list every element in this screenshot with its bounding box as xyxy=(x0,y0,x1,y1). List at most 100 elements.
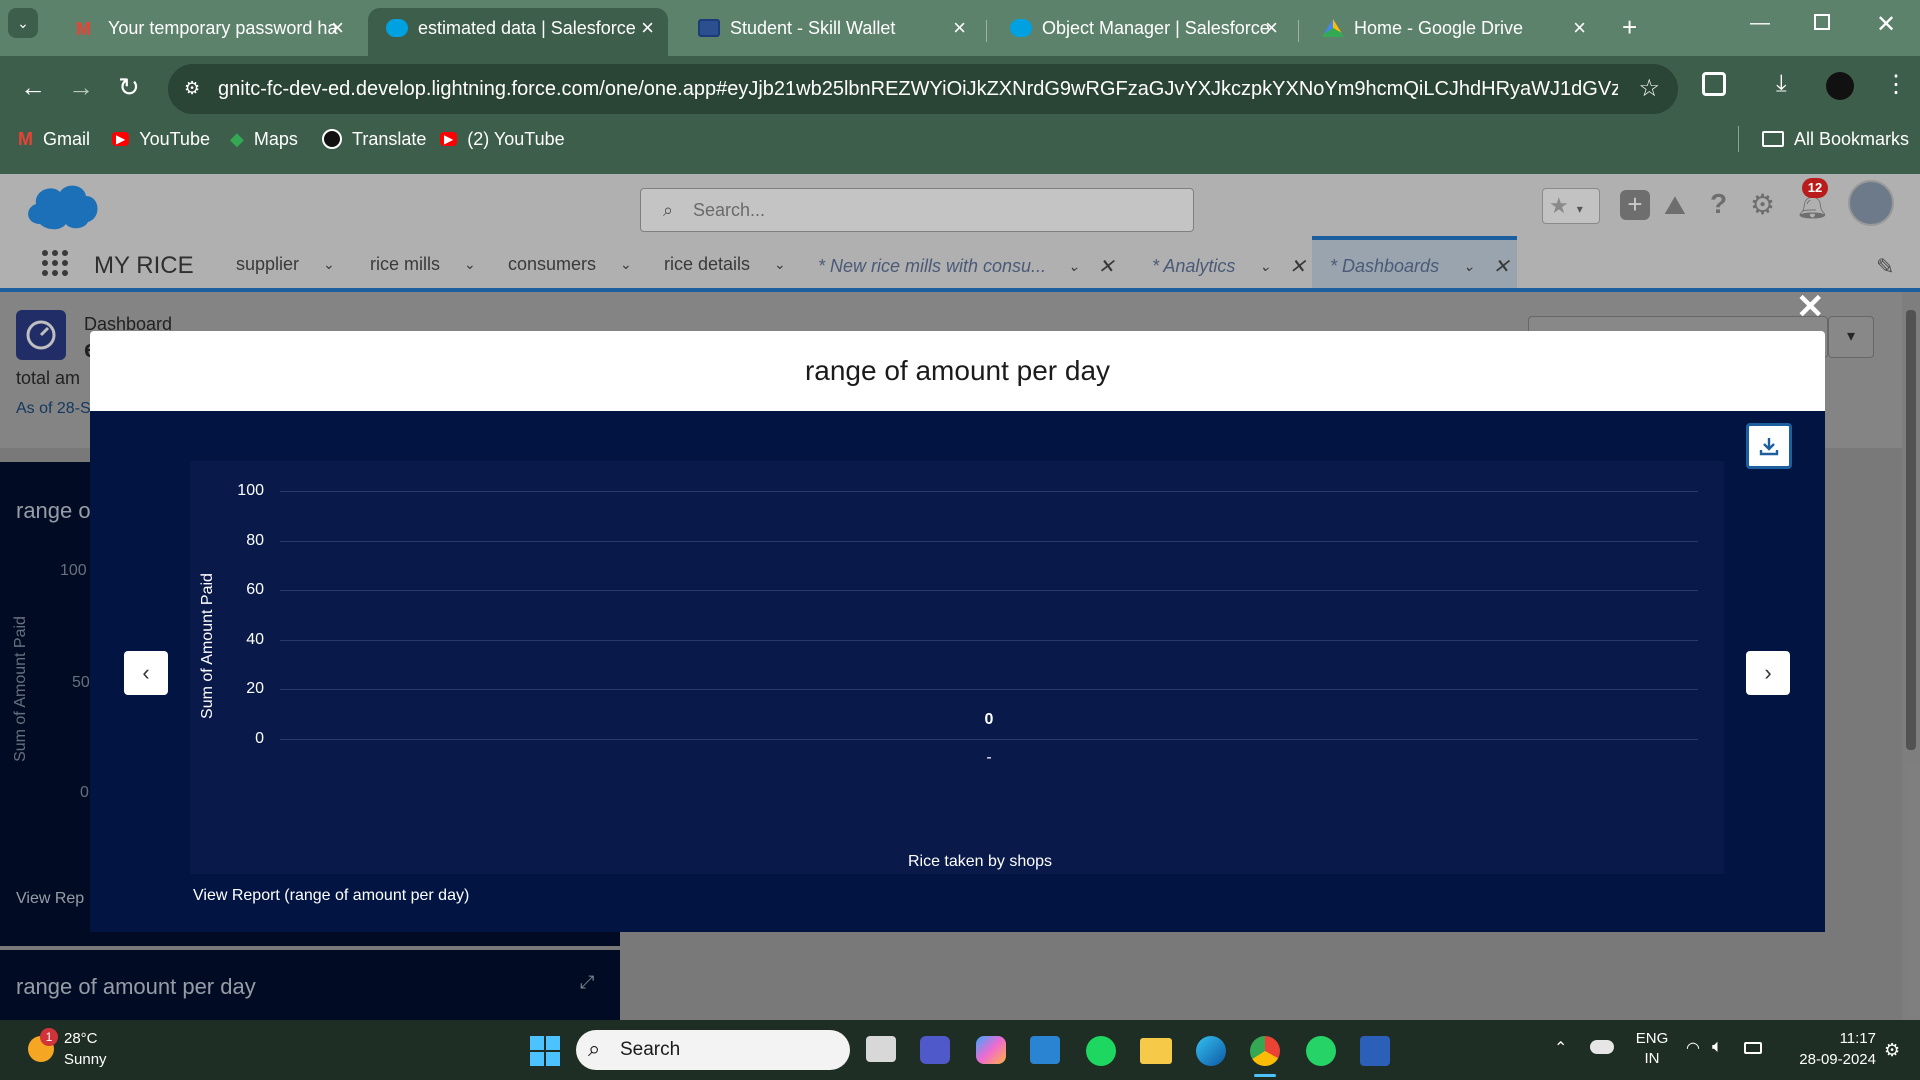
previous-chart-button[interactable]: ‹ xyxy=(124,651,168,695)
bookmark-youtube[interactable]: ▶ YouTube xyxy=(112,126,210,152)
close-tab-icon[interactable]: ✕ xyxy=(1493,254,1510,279)
browser-tab[interactable]: Home - Google Drive × xyxy=(1304,8,1600,48)
site-info-icon[interactable]: ⚙ xyxy=(184,78,200,99)
modal-title: range of amount per day xyxy=(804,355,1111,386)
close-tab-icon[interactable]: × xyxy=(641,17,654,39)
close-tab-icon[interactable]: ✕ xyxy=(1098,254,1115,279)
setup-gear-icon[interactable]: ⚙ xyxy=(1750,188,1775,221)
active-app-indicator xyxy=(1254,1074,1276,1077)
user-avatar[interactable] xyxy=(1848,180,1894,226)
word-icon[interactable] xyxy=(1360,1036,1390,1066)
wifi-icon[interactable]: ◠ xyxy=(1686,1038,1700,1058)
volume-icon[interactable]: 🔈︎ xyxy=(1712,1036,1723,1057)
nav-item-label: rice details xyxy=(664,254,751,274)
clock-time[interactable]: 11:17 xyxy=(1810,1030,1876,1047)
nav-item[interactable]: rice details ⌄ xyxy=(664,254,786,275)
weather-temp[interactable]: 28°C xyxy=(64,1030,98,1047)
chart-y-tick-label: 20 xyxy=(246,680,264,698)
bookmark-translate[interactable]: Translate xyxy=(322,126,426,152)
back-icon[interactable]: ← xyxy=(20,74,46,100)
browser-tab[interactable]: estimated data | Salesforce × xyxy=(368,8,668,56)
notification-center-icon[interactable]: ⚙ xyxy=(1884,1040,1900,1061)
forward-icon[interactable]: → xyxy=(68,74,94,100)
chevron-down-icon[interactable]: ⌄ xyxy=(464,256,476,273)
nav-item[interactable]: * New rice mills with consu... ⌄ ✕ xyxy=(818,254,1115,279)
browser-menu-icon[interactable]: ⋮ xyxy=(1884,70,1908,99)
chevron-down-icon[interactable]: ⌄ xyxy=(323,256,335,273)
nav-item-label: consumers xyxy=(508,254,597,274)
file-explorer-icon[interactable] xyxy=(1140,1038,1172,1064)
next-chart-button[interactable]: › xyxy=(1746,651,1790,695)
nav-item[interactable]: supplier ⌄ xyxy=(236,254,335,275)
chrome-icon[interactable] xyxy=(1250,1036,1280,1066)
spotify-icon[interactable] xyxy=(1086,1036,1116,1066)
browser-tab[interactable]: M Your temporary password ha × xyxy=(58,8,358,48)
salesforce-cloud-icon xyxy=(1010,19,1032,37)
close-window-button[interactable]: ✕ xyxy=(1876,10,1896,39)
edge-icon[interactable] xyxy=(1196,1036,1226,1066)
close-tab-icon[interactable]: × xyxy=(953,17,966,39)
global-actions-icon[interactable]: + xyxy=(1620,190,1650,220)
language-indicator[interactable]: ENG IN xyxy=(1634,1030,1670,1067)
mylip-icon[interactable] xyxy=(1030,1036,1060,1064)
close-tab-icon[interactable]: × xyxy=(331,17,344,39)
tab-title: Home - Google Drive xyxy=(1354,17,1524,38)
bookmark-star-icon[interactable]: ☆ xyxy=(1638,74,1660,103)
gmail-icon: M xyxy=(18,128,33,149)
restore-button[interactable] xyxy=(1814,14,1830,30)
chevron-down-icon[interactable]: ⌄ xyxy=(620,256,632,273)
trailhead-icon[interactable]: ⛰ xyxy=(1664,190,1686,222)
bookmark-maps[interactable]: ◆ Maps xyxy=(230,126,298,152)
help-icon[interactable]: ? xyxy=(1710,188,1727,220)
app-launcher-icon[interactable] xyxy=(40,248,70,278)
weather-desc: Sunny xyxy=(64,1051,107,1068)
view-report-link[interactable]: View Report (range of amount per day) xyxy=(193,887,469,905)
chevron-down-icon[interactable]: ⌄ xyxy=(1068,258,1080,275)
close-tab-icon[interactable]: ✕ xyxy=(1289,254,1306,279)
salesforce-logo[interactable] xyxy=(22,178,102,234)
global-search-input[interactable]: ⌕ Search... xyxy=(640,188,1194,232)
clock-date[interactable]: 28-09-2024 xyxy=(1780,1051,1876,1068)
battery-icon[interactable] xyxy=(1744,1042,1762,1054)
onedrive-cloud-icon[interactable] xyxy=(1590,1040,1614,1054)
modal-close-icon[interactable]: ✕ xyxy=(1796,290,1825,324)
url-bar[interactable]: ⚙ gnitc-fc-dev-ed.develop.lightning.forc… xyxy=(168,64,1678,114)
extensions-icon[interactable] xyxy=(1702,72,1726,96)
start-windows-icon[interactable] xyxy=(530,1036,560,1066)
all-bookmarks[interactable]: All Bookmarks xyxy=(1762,126,1909,152)
teams-icon[interactable] xyxy=(920,1036,950,1064)
download-icon[interactable]: ⤓ xyxy=(1776,70,1787,98)
tab-search-button[interactable]: ⌄ xyxy=(8,8,38,38)
favorites-star-icon[interactable]: ★ ▾ xyxy=(1542,188,1600,224)
nav-item[interactable]: * Dashboards ⌄ ✕ xyxy=(1330,254,1510,279)
browser-tab[interactable]: Object Manager | Salesforce × xyxy=(992,8,1292,48)
browser-tab[interactable]: Student - Skill Wallet × xyxy=(680,8,980,48)
reload-icon[interactable]: ↻ xyxy=(118,74,140,100)
new-tab-button[interactable]: + xyxy=(1622,12,1637,43)
whatsapp-icon[interactable] xyxy=(1306,1036,1336,1066)
chart-data-label: 0 xyxy=(984,711,994,728)
minimize-button[interactable]: — xyxy=(1750,12,1770,35)
taskbar-search-box[interactable]: ⌕ Search xyxy=(576,1030,850,1070)
chevron-down-icon[interactable]: ⌄ xyxy=(1463,258,1475,275)
chart-gridline xyxy=(280,540,1698,542)
chevron-down-icon[interactable]: ⌄ xyxy=(1259,258,1271,275)
nav-item-label: supplier xyxy=(236,254,300,274)
download-chart-button[interactable] xyxy=(1746,423,1792,469)
profile-avatar[interactable] xyxy=(1826,72,1854,100)
bookmark-youtube-2[interactable]: ▶ (2) YouTube xyxy=(440,126,565,152)
show-hidden-icons-chevron-up-icon[interactable]: ⌃ xyxy=(1554,1038,1567,1058)
task-view-icon[interactable] xyxy=(866,1036,896,1062)
bookmark-gmail[interactable]: M Gmail xyxy=(18,126,90,152)
nav-item[interactable]: * Analytics ⌄ ✕ xyxy=(1152,254,1306,279)
close-tab-icon[interactable]: × xyxy=(1573,17,1586,39)
tab-separator xyxy=(1298,20,1299,42)
close-tab-icon[interactable]: × xyxy=(1265,17,1278,39)
edit-nav-pencil-icon[interactable]: ✎ xyxy=(1876,254,1894,280)
copilot-icon[interactable] xyxy=(976,1036,1006,1064)
nav-item[interactable]: rice mills ⌄ xyxy=(370,254,476,275)
bookmarks-divider xyxy=(1738,126,1739,152)
nav-item[interactable]: consumers ⌄ xyxy=(508,254,632,275)
chevron-down-icon[interactable]: ⌄ xyxy=(774,256,786,273)
salesforce-cloud-icon xyxy=(386,19,408,37)
